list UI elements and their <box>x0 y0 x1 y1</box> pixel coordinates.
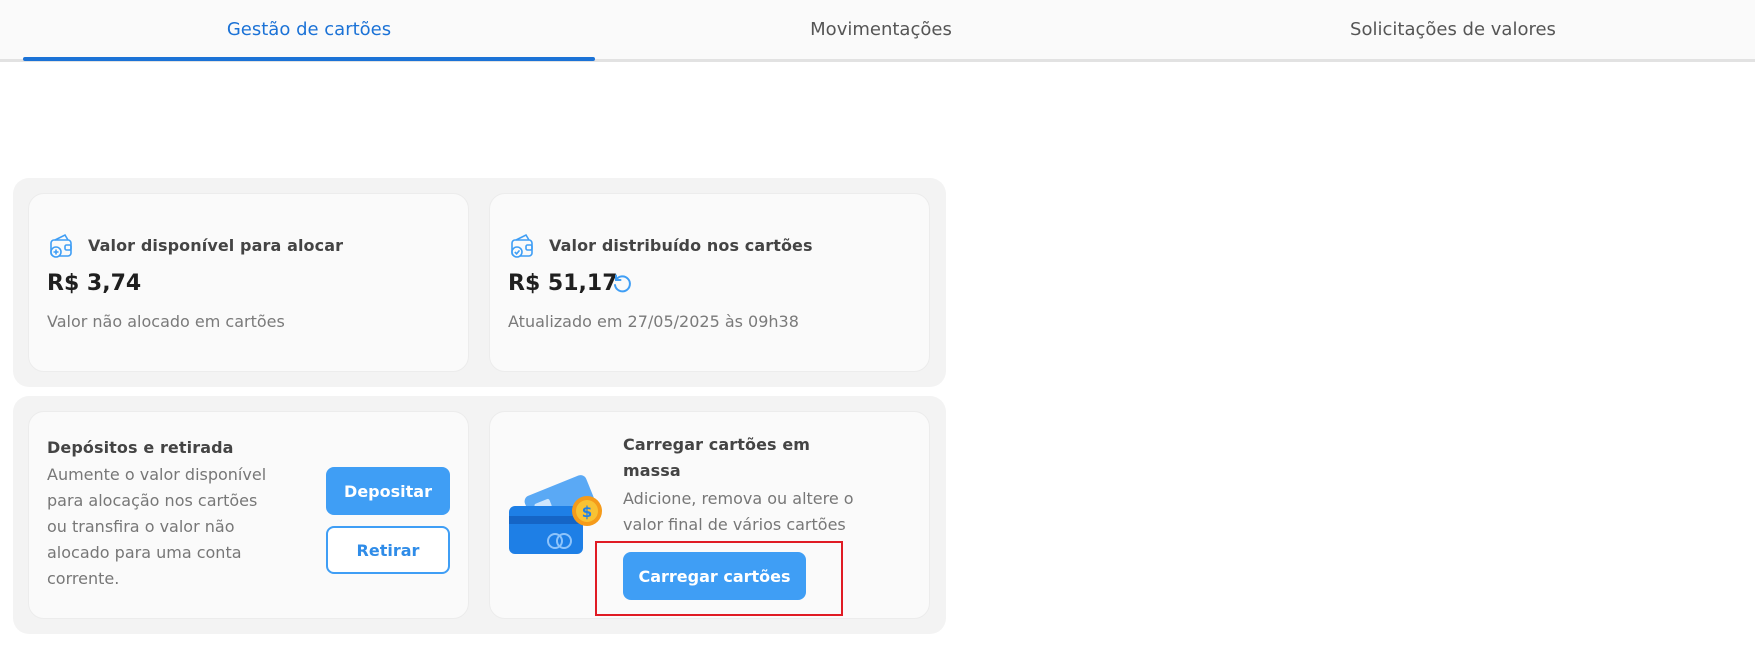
deposits-description-line: alocado para uma conta <box>47 543 242 562</box>
balance-summary-group: Valor disponível para alocar R$ 3,74 Val… <box>13 178 946 387</box>
tab-bar: Gestão de cartões Movimentações Solicita… <box>0 0 1755 62</box>
deposits-description-line: Aumente o valor disponível <box>47 465 267 484</box>
deposit-button[interactable]: Depositar <box>326 467 450 515</box>
bulk-load-button[interactable]: Carregar cartões <box>623 552 806 600</box>
actions-group: Depósitos e retirada Aumente o valor dis… <box>13 396 946 634</box>
available-balance-subtitle: Valor não alocado em cartões <box>47 312 285 331</box>
deposits-description-line: para alocação nos cartões <box>47 491 258 510</box>
available-balance-amount: R$ 3,74 <box>47 271 142 296</box>
available-balance-card: Valor disponível para alocar R$ 3,74 Val… <box>28 193 469 372</box>
wallet-check-icon <box>508 232 536 264</box>
distributed-balance-card: Valor distribuído nos cartões R$ 51,17 A… <box>489 193 930 372</box>
deposits-card: Depósitos e retirada Aumente o valor dis… <box>28 411 469 619</box>
refresh-icon[interactable] <box>611 273 633 299</box>
tab-solicitacoes-de-valores[interactable]: Solicitações de valores <box>1167 0 1739 59</box>
bulk-load-card: $ Carregar cartões em massa Adicione, re… <box>489 411 930 619</box>
cards-coin-illustration: $ <box>507 472 607 560</box>
svg-text:$: $ <box>582 503 592 521</box>
wallet-plus-icon <box>47 232 75 264</box>
bulk-load-description-line: Adicione, remova ou altere o <box>623 489 854 508</box>
bulk-load-description: Adicione, remova ou altere o valor final… <box>623 486 883 538</box>
deposits-description-line: ou transfira o valor não <box>47 517 235 536</box>
bulk-load-description-line: valor final de vários cartões <box>623 515 846 534</box>
distributed-balance-amount: R$ 51,17 <box>508 271 618 296</box>
bulk-load-title-line: Carregar cartões em <box>623 435 811 454</box>
tab-gestao-de-cartoes[interactable]: Gestão de cartões <box>23 0 595 59</box>
bulk-load-title-line: massa <box>623 461 681 480</box>
deposits-title: Depósitos e retirada <box>47 438 234 457</box>
available-balance-title: Valor disponível para alocar <box>88 236 344 255</box>
deposits-description-line: corrente. <box>47 569 120 588</box>
withdraw-button[interactable]: Retirar <box>326 526 450 574</box>
bulk-load-title: Carregar cartões em massa <box>623 432 810 484</box>
distributed-balance-title: Valor distribuído nos cartões <box>549 236 813 255</box>
tab-movimentacoes[interactable]: Movimentações <box>595 0 1167 59</box>
last-updated-text: Atualizado em 27/05/2025 às 09h38 <box>508 312 799 331</box>
active-tab-indicator <box>23 57 595 61</box>
deposits-description: Aumente o valor disponível para alocação… <box>47 462 287 592</box>
